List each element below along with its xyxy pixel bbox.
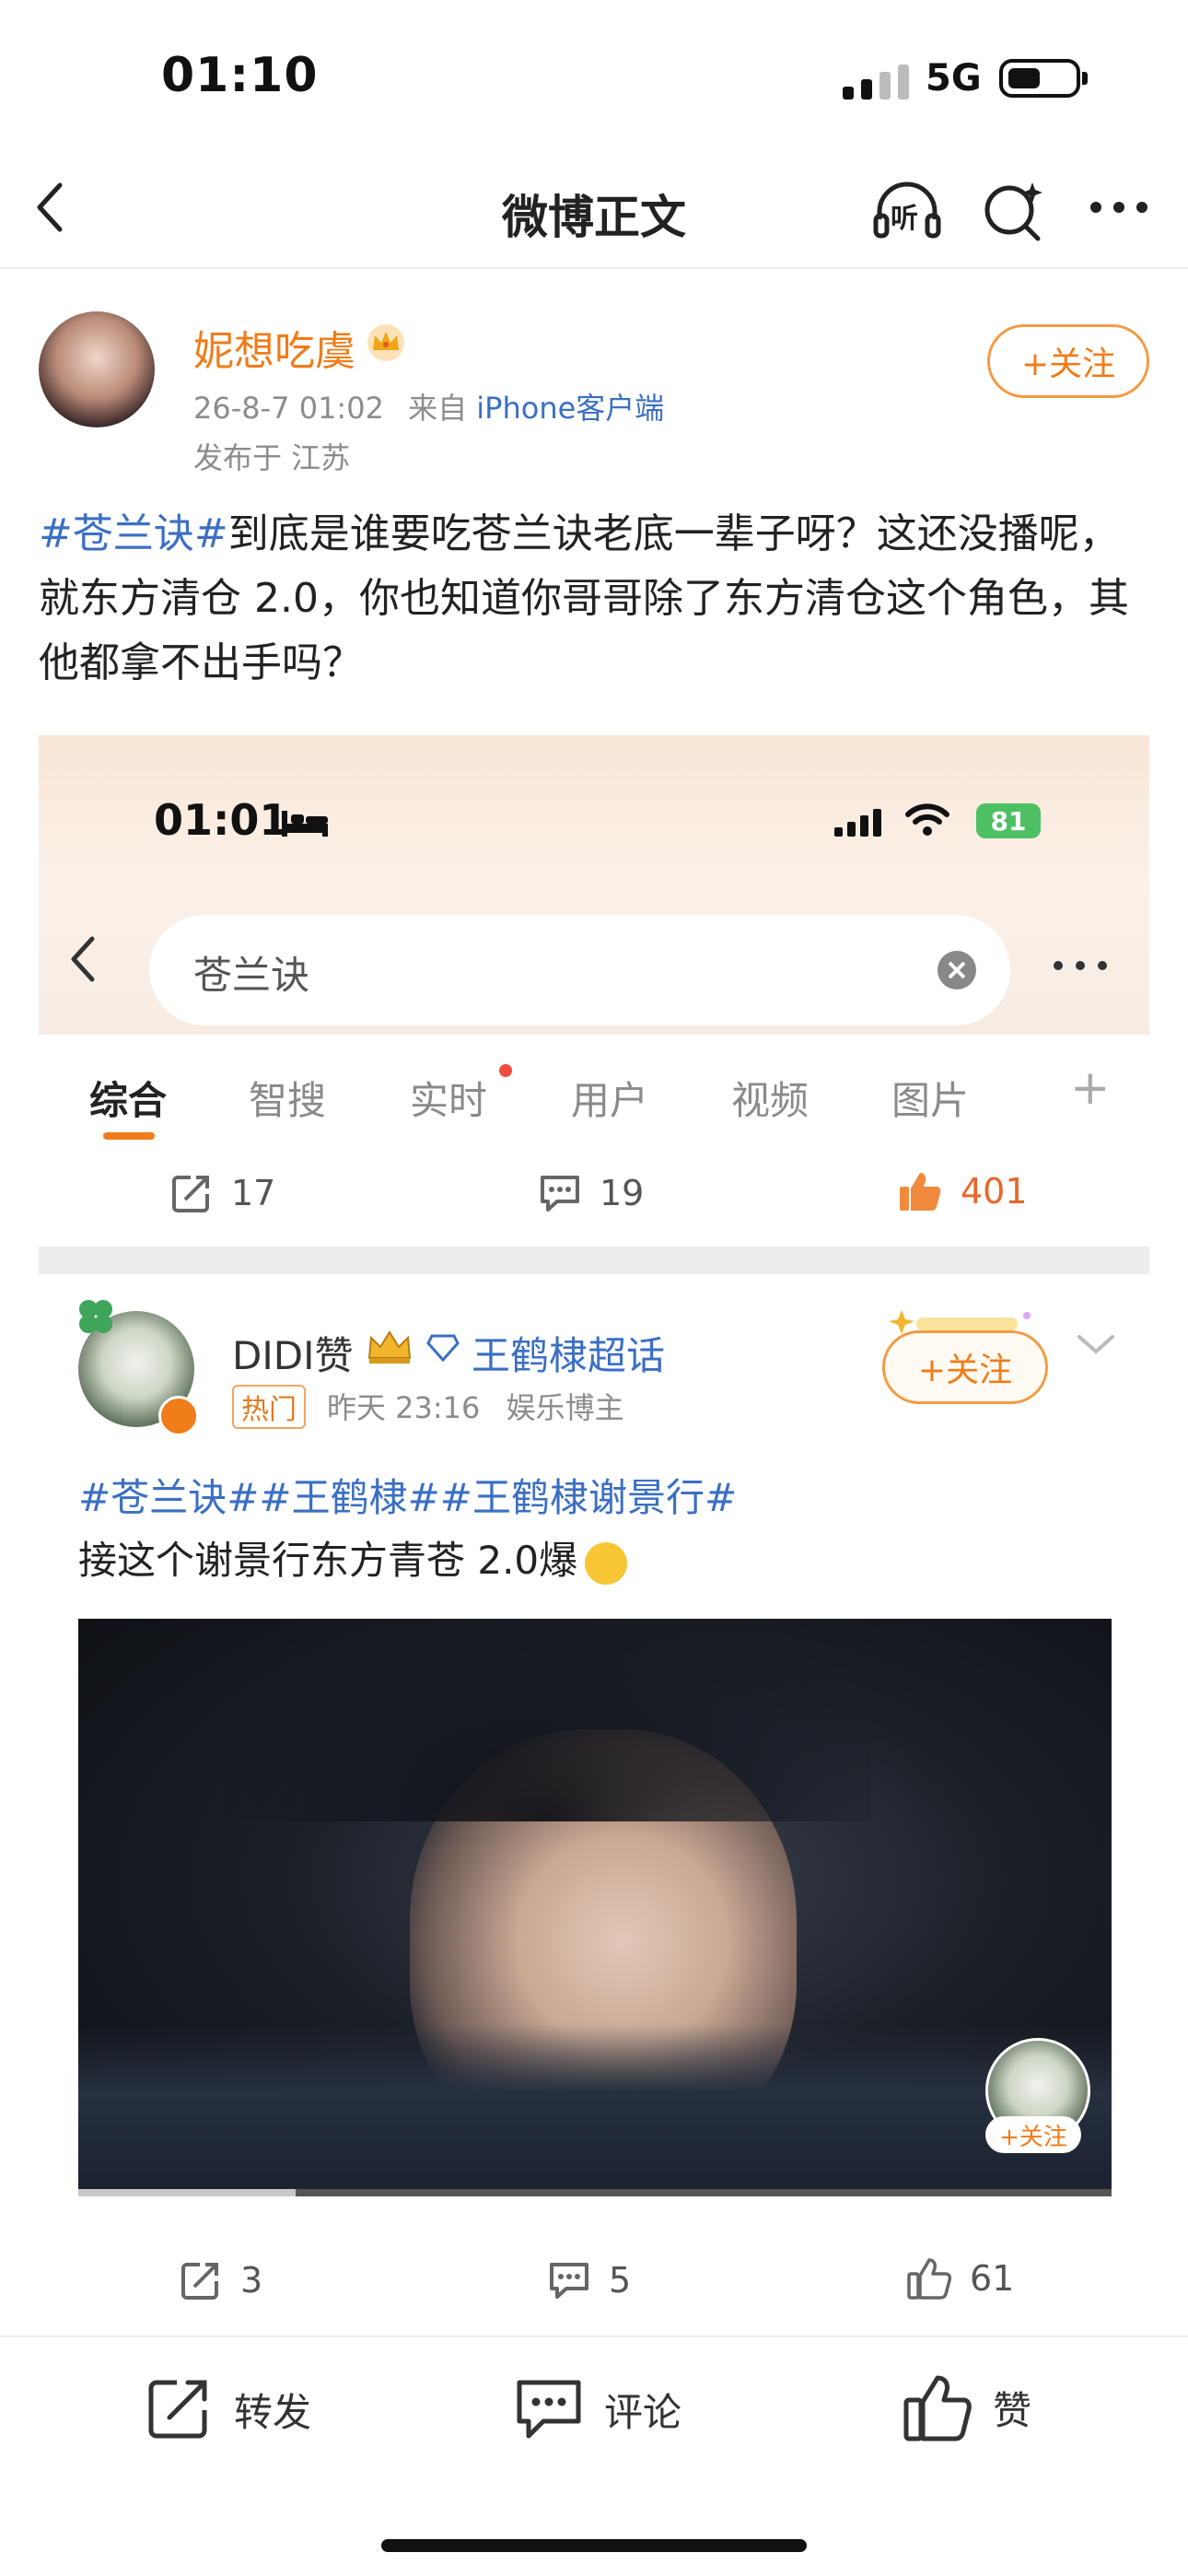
author-avatar[interactable] — [39, 311, 155, 427]
comment-label: 评论 — [604, 2389, 682, 2435]
tab-users: 用户 — [571, 1078, 649, 1123]
video-hair — [226, 1619, 870, 1821]
embedded-post-tags: #苍兰诀##王鹤棣##王鹤棣谢景行# — [78, 1475, 738, 1520]
signal-icon — [843, 64, 909, 100]
embedded-like-count: 401 — [898, 1170, 1028, 1212]
embedded-author-name: DIDI赞 — [232, 1333, 354, 1378]
post-hashtag[interactable]: #苍兰诀# — [39, 510, 228, 557]
author-name[interactable]: 妮想吃虞 — [193, 318, 355, 377]
like-action-icon — [903, 2375, 972, 2441]
tab-add: + — [1070, 1060, 1111, 1116]
video-progress-bar — [78, 2189, 1112, 2196]
battery-icon — [999, 59, 1088, 98]
tab-indicator — [103, 1132, 155, 1140]
video-robe — [78, 2024, 1112, 2195]
post-source[interactable]: iPhone客户端 — [476, 391, 664, 426]
like-label: 赞 — [993, 2387, 1032, 2433]
status-time: 01:10 — [161, 48, 319, 103]
post-meta: 26-8-7 01:02 来自 iPhone客户端 — [193, 385, 664, 427]
network-label: 5G — [926, 57, 982, 100]
comment-action-icon — [517, 2380, 581, 2439]
tab-smart-search: 智搜 — [249, 1078, 327, 1123]
embedded-tabs: 综合 智搜 实时 用户 视频 图片 + — [39, 1035, 1149, 1145]
embedded-battery: 81 — [976, 803, 1041, 838]
tab-video: 视频 — [731, 1078, 809, 1123]
post-text: #苍兰诀#到底是谁要吃苍兰诀老底一辈子呀？这还没播呢，就东方清仓 2.0，你也知… — [39, 502, 1144, 696]
embedded-post-meta: 昨天 23:16 娱乐博主 — [327, 1385, 624, 1427]
repost-label: 转发 — [234, 2389, 312, 2435]
realtime-dot — [499, 1064, 512, 1077]
search-sparkle-icon[interactable] — [979, 177, 1048, 246]
embedded-supertopic: 王鹤棣超话 — [472, 1333, 666, 1378]
follow-button[interactable]: +关注 — [987, 324, 1149, 398]
embedded-back-icon — [66, 933, 99, 989]
more-icon[interactable] — [1082, 184, 1156, 230]
hot-badge: 热门 — [232, 1385, 306, 1429]
embedded2-comment-count: 5 — [548, 2259, 631, 2301]
repost-action-icon — [148, 2380, 207, 2439]
embedded-search-query: 苍兰诀 — [193, 953, 310, 998]
listen-label: 听 — [891, 203, 918, 235]
diamond-icon — [426, 1334, 460, 1365]
nav-divider — [0, 267, 1188, 269]
video-progress-fill — [78, 2189, 296, 2196]
source-prefix: 来自 — [408, 391, 468, 426]
clear-icon — [937, 950, 977, 994]
embedded-post-text: 接这个谢景行东方青苍 2.0爆 — [78, 1529, 628, 1586]
verified-badge-icon — [158, 1396, 199, 1436]
comment-icon — [541, 1176, 579, 1212]
clover-icon — [74, 1294, 118, 1342]
embedded-follow-button: +关注 — [882, 1330, 1048, 1404]
post-location: 发布于 江苏 — [193, 440, 351, 475]
section-separator — [39, 1247, 1149, 1274]
comment-button[interactable]: 评论 — [514, 2377, 681, 2441]
home-indicator[interactable] — [381, 2539, 807, 2552]
comment-icon — [550, 2263, 588, 2299]
tab-images: 图片 — [891, 1078, 970, 1123]
embedded2-like-count: 61 — [907, 2257, 1014, 2300]
embedded-comment-count: 19 — [539, 1172, 644, 1214]
embedded-search-bar: 苍兰诀 — [149, 915, 1010, 1025]
crown-badge-icon — [364, 322, 408, 367]
embedded-signal-icon — [833, 807, 891, 842]
video-follow-button: +关注 — [985, 2116, 1081, 2153]
like-icon — [907, 2258, 951, 2300]
repost-icon — [181, 2263, 218, 2300]
video-player: +关注 — [78, 1619, 1112, 2195]
repost-icon — [172, 1176, 209, 1212]
embedded-screenshot[interactable]: 01:01 81 苍兰诀 — [39, 735, 1149, 1035]
tab-comprehensive: 综合 — [89, 1078, 168, 1123]
repost-button[interactable]: 转发 — [146, 2377, 311, 2441]
embedded2-repost-count: 3 — [180, 2259, 262, 2301]
post-timestamp: 26-8-7 01:02 — [193, 391, 384, 426]
wifi-icon — [904, 802, 950, 842]
embedded-post-time: 昨天 23:16 — [327, 1390, 481, 1425]
emoji-icon — [585, 1541, 628, 1585]
bottom-divider — [0, 2336, 1188, 2337]
bed-icon — [280, 807, 330, 842]
listen-icon[interactable]: 听 — [870, 175, 944, 249]
like-button[interactable]: 赞 — [903, 2372, 1031, 2442]
embedded-crown-icon — [364, 1327, 415, 1371]
embedded-time: 01:01 — [154, 795, 289, 845]
embedded-post-role: 娱乐博主 — [506, 1390, 624, 1425]
embedded-repost-count: 17 — [170, 1172, 275, 1214]
like-icon — [900, 1173, 941, 1211]
dropdown-chevron-icon — [1076, 1331, 1116, 1361]
tab-realtime: 实时 — [410, 1078, 488, 1123]
embedded-more-icon — [1050, 956, 1111, 978]
